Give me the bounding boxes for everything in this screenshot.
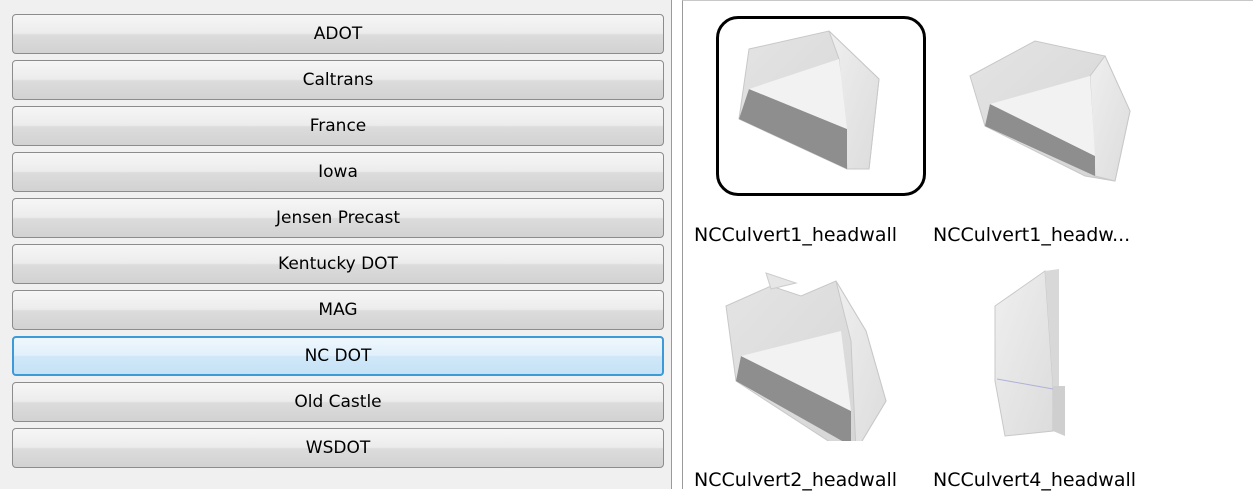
category-label: ADOT: [313, 24, 363, 44]
category-button-jensen-precast[interactable]: Jensen Precast: [12, 198, 664, 238]
category-button-iowa[interactable]: Iowa: [12, 152, 664, 192]
category-button-adot[interactable]: ADOT: [12, 14, 664, 54]
category-label: France: [309, 116, 367, 136]
item-label: NCCulvert1_headwall: [694, 224, 898, 246]
category-button-kentucky-dot[interactable]: Kentucky DOT: [12, 244, 664, 284]
category-button-france[interactable]: France: [12, 106, 664, 146]
item-label: NCCulvert4_headwall: [933, 469, 1137, 491]
category-list: ADOT Caltrans France Iowa Jensen Precast…: [0, 0, 672, 489]
item-tile[interactable]: NCCulvert2_headwall: [686, 251, 921, 491]
category-label: WSDOT: [305, 438, 371, 458]
category-label: Kentucky DOT: [278, 254, 398, 274]
category-label: Old Castle: [294, 392, 382, 412]
item-thumbnail: [955, 16, 1165, 196]
category-label: Iowa: [318, 162, 358, 182]
item-label: NCCulvert2_headwall: [694, 469, 898, 491]
item-tile[interactable]: NCCulvert1_headw...: [925, 6, 1160, 246]
item-thumbnail: [716, 261, 926, 441]
category-button-nc-dot[interactable]: NC DOT: [12, 336, 664, 376]
category-button-old-castle[interactable]: Old Castle: [12, 382, 664, 422]
category-label: NC DOT: [304, 346, 372, 366]
item-gallery: NCCulvert1_headwall NCCulvert1_headw... …: [682, 0, 1253, 491]
item-thumbnail-selected: [716, 16, 926, 196]
item-tile[interactable]: NCCulvert4_headwall: [925, 251, 1160, 491]
category-label: Caltrans: [302, 70, 374, 90]
category-label: MAG: [318, 300, 358, 320]
category-button-mag[interactable]: MAG: [12, 290, 664, 330]
item-thumbnail: [955, 261, 1165, 441]
category-label: Jensen Precast: [275, 208, 401, 228]
category-button-caltrans[interactable]: Caltrans: [12, 60, 664, 100]
category-button-wsdot[interactable]: WSDOT: [12, 428, 664, 468]
item-label: NCCulvert1_headw...: [933, 224, 1131, 246]
item-tile[interactable]: NCCulvert1_headwall: [686, 6, 926, 246]
